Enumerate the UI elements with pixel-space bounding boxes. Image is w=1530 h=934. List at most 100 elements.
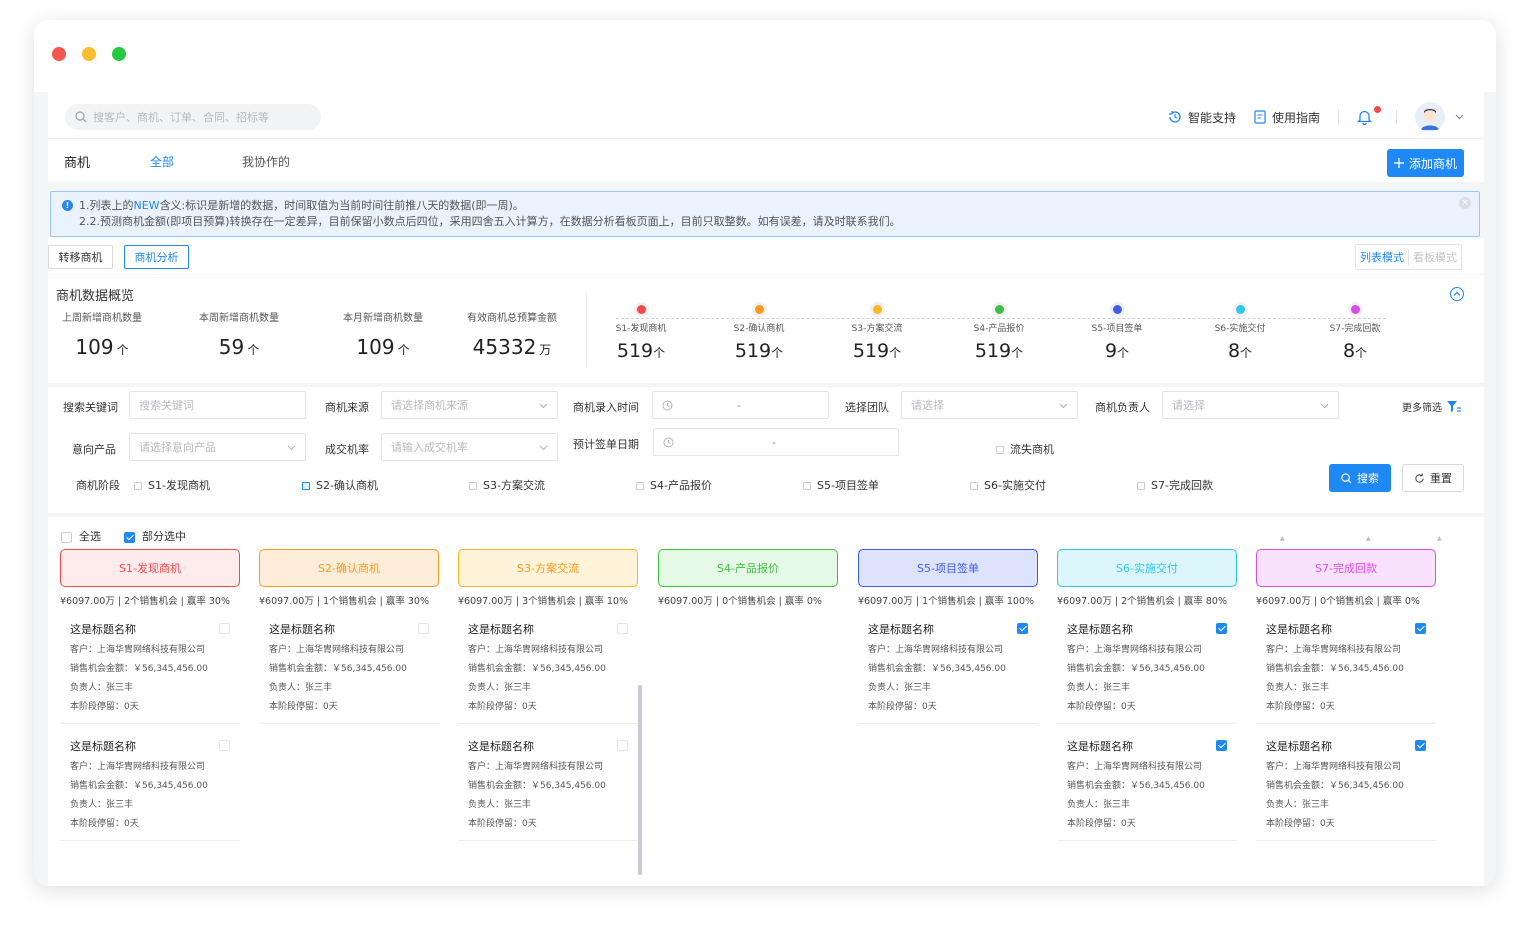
opportunity-card[interactable]: 这是标题名称 客户：上海华胄网络科技有限公司 销售机会金额：￥56,345,456.… — [1256, 724, 1436, 841]
board-mode-button[interactable]: 看板模式 — [1408, 249, 1461, 265]
chevron-down-icon — [539, 403, 548, 409]
card-checkbox[interactable] — [1415, 740, 1426, 751]
document-icon — [1254, 110, 1266, 124]
opportunity-card[interactable]: 这是标题名称 客户：上海华胄网络科技有限公司 销售机会金额：￥56,345,456.… — [458, 607, 638, 724]
info-icon: ! — [62, 200, 73, 211]
team-label: 选择团队 — [845, 401, 889, 414]
column-header[interactable]: S4-产品报价 — [658, 549, 838, 587]
global-search-input[interactable]: 搜客户、商机、订单、合同、招标等 — [65, 104, 321, 130]
column-header[interactable]: S6-实施交付 — [1057, 549, 1237, 587]
rate-input[interactable]: 请输入成交机率 — [381, 433, 558, 461]
stat-budget: 有效商机总预算金额 45332 万 — [467, 313, 557, 359]
sign-date-range[interactable]: - — [653, 428, 899, 456]
partial-select-checkbox[interactable]: 部分选中 — [124, 528, 186, 544]
list-mode-button[interactable]: 列表模式 — [1356, 249, 1408, 265]
column-header[interactable]: S3-方案交流 — [458, 549, 638, 587]
kanban-column-s7: S7-完成回款 ¥6097.00万 | 0个销售机会 | 赢率 0% 这是标题名… — [1256, 549, 1438, 841]
lost-checkbox[interactable]: 流失商机 — [996, 441, 1054, 457]
opportunity-card[interactable]: 这是标题名称 客户：上海华胄网络科技有限公司 销售机会金额：￥56,345,456.… — [259, 607, 439, 724]
stage-s6[interactable]: S6-实施交付 8个 — [1195, 305, 1285, 362]
close-icon[interactable]: × — [1459, 197, 1471, 209]
stage-option-s1[interactable]: S1-发现商机 — [134, 477, 210, 493]
stage-s2[interactable]: S2-确认商机 519个 — [714, 305, 804, 362]
stage-option-s2[interactable]: S2-确认商机 — [302, 477, 378, 493]
column-header[interactable]: S7-完成回款 — [1256, 549, 1436, 587]
search-placeholder: 搜客户、商机、订单、合同、招标等 — [93, 111, 269, 124]
tab-all[interactable]: 全部 — [150, 153, 174, 170]
entry-time-range[interactable]: - — [652, 391, 829, 419]
reset-button[interactable]: 重置 — [1402, 464, 1464, 492]
close-window-button[interactable] — [52, 47, 66, 61]
chevron-down-icon — [287, 445, 296, 451]
kanban-column-s2: S2-确认商机 ¥6097.00万 | 1个销售机会 | 赢率 30% 这是标题… — [259, 549, 441, 724]
transfer-button[interactable]: 转移商机 — [48, 245, 113, 269]
card-checkbox[interactable] — [617, 740, 628, 751]
divider — [586, 293, 587, 367]
owner-select[interactable]: 请选择 — [1162, 391, 1339, 419]
opportunity-card[interactable]: 这是标题名称 客户：上海华胄网络科技有限公司 销售机会金额：￥56,345,456.… — [60, 724, 240, 841]
more-filters-button[interactable]: 更多筛选 — [1402, 399, 1461, 414]
search-button[interactable]: 搜索 — [1329, 464, 1391, 492]
product-select[interactable]: 请选择意向产品 — [129, 433, 306, 461]
user-avatar[interactable] — [1415, 102, 1445, 132]
column-scrollbar[interactable] — [638, 685, 642, 875]
column-header[interactable]: S1-发现商机 — [60, 549, 240, 587]
analysis-button[interactable]: 商机分析 — [124, 245, 189, 269]
stage-option-s5[interactable]: S5-项目签单 — [803, 477, 879, 493]
card-checkbox[interactable] — [219, 740, 230, 751]
opportunity-card[interactable]: 这是标题名称 客户：上海华胄网络科技有限公司 销售机会金额：￥56,345,456.… — [858, 607, 1038, 724]
user-guide-link[interactable]: 使用指南 — [1254, 109, 1320, 126]
add-opportunity-button[interactable]: 添加商机 — [1387, 149, 1464, 177]
column-summary: ¥6097.00万 | 1个销售机会 | 赢率 30% — [259, 596, 429, 607]
divider — [1338, 110, 1339, 124]
notice-banner: ! 1.列表上的NEW含义:标识是新增的数据，时间取值为当前时间往前推八天的数据… — [50, 191, 1480, 237]
smart-support-link[interactable]: 智能支持 — [1168, 109, 1236, 126]
maximize-window-button[interactable] — [112, 47, 126, 61]
card-checkbox[interactable] — [418, 623, 429, 634]
support-icon — [1168, 111, 1181, 123]
collapse-icon[interactable] — [1450, 287, 1464, 301]
opportunity-card[interactable]: 这是标题名称 客户：上海华胄网络科技有限公司 销售机会金额：￥56,345,456.… — [1057, 607, 1237, 724]
stage-s7[interactable]: S7-完成回款 8个 — [1310, 305, 1400, 362]
card-checkbox[interactable] — [617, 623, 628, 634]
stage-option-s7[interactable]: S7-完成回款 — [1137, 477, 1213, 493]
page-tabs: 商机 全部 我协作的 添加商机 — [48, 138, 1484, 182]
stage-option-s6[interactable]: S6-实施交付 — [970, 477, 1046, 493]
sort-up-icon: ▲ — [1366, 535, 1371, 542]
divider — [1396, 110, 1397, 124]
notification-bell-button[interactable] — [1357, 106, 1381, 125]
stage-s4[interactable]: S4-产品报价 519个 — [954, 305, 1044, 362]
card-checkbox[interactable] — [1415, 623, 1426, 634]
search-icon — [1341, 472, 1352, 484]
stat-last-week: 上周新增商机数量 109 个 — [62, 313, 142, 359]
select-all-checkbox[interactable]: 全选 — [61, 528, 101, 544]
opportunity-card[interactable]: 这是标题名称 客户：上海华胄网络科技有限公司 销售机会金额：￥56,345,456.… — [1256, 607, 1436, 724]
minimize-window-button[interactable] — [82, 47, 96, 61]
bell-icon — [1357, 110, 1372, 125]
page-title: 商机 — [64, 156, 91, 171]
card-checkbox[interactable] — [1017, 623, 1028, 634]
stage-option-s3[interactable]: S3-方案交流 — [469, 477, 545, 493]
product-label: 意向产品 — [72, 443, 116, 456]
column-header[interactable]: S5-项目签单 — [858, 549, 1038, 587]
keyword-input[interactable]: 搜索关键词 — [129, 391, 306, 419]
source-select[interactable]: 请选择商机来源 — [381, 391, 558, 419]
opportunity-card[interactable]: 这是标题名称 客户：上海华胄网络科技有限公司 销售机会金额：￥56,345,456.… — [1057, 724, 1237, 841]
notice-line-1: 1.列表上的NEW含义:标识是新增的数据，时间取值为当前时间往前推八天的数据(即… — [79, 199, 524, 212]
column-summary: ¥6097.00万 | 2个销售机会 | 赢率 80% — [1057, 596, 1227, 607]
opportunity-card[interactable]: 这是标题名称 客户：上海华胄网络科技有限公司 销售机会金额：￥56,345,456.… — [458, 724, 638, 841]
stage-s5[interactable]: S5-项目签单 9个 — [1072, 305, 1162, 362]
stage-s3[interactable]: S3-方案交流 519个 — [832, 305, 922, 362]
kanban-column-s3: S3-方案交流 ¥6097.00万 | 3个销售机会 | 赢率 10% 这是标题… — [458, 549, 640, 841]
stage-option-s4[interactable]: S4-产品报价 — [636, 477, 712, 493]
column-header[interactable]: S2-确认商机 — [259, 549, 439, 587]
card-checkbox[interactable] — [219, 623, 230, 634]
stage-s1[interactable]: S1-发现商机 519个 — [596, 305, 686, 362]
team-select[interactable]: 请选择 — [901, 391, 1078, 419]
stat-this-week: 本周新增商机数量 59 个 — [199, 313, 279, 359]
chevron-down-icon[interactable] — [1455, 114, 1464, 120]
opportunity-card[interactable]: 这是标题名称 客户：上海华胄网络科技有限公司 销售机会金额：￥56,345,456.… — [60, 607, 240, 724]
tab-collaborated[interactable]: 我协作的 — [242, 153, 290, 170]
card-checkbox[interactable] — [1216, 623, 1227, 634]
card-checkbox[interactable] — [1216, 740, 1227, 751]
